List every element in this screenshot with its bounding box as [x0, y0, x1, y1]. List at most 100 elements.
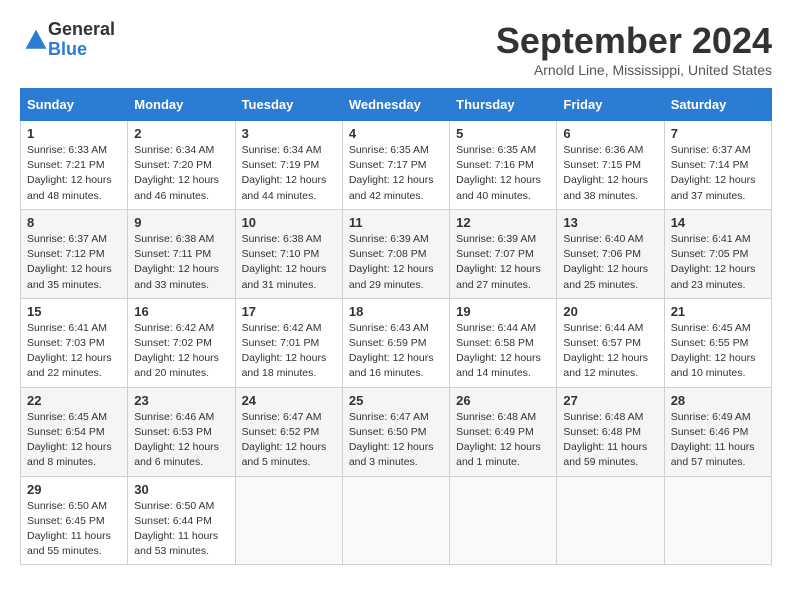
day-number: 13	[563, 215, 657, 230]
col-thursday: Thursday	[450, 89, 557, 121]
month-title: September 2024	[496, 20, 772, 62]
day-info: Sunrise: 6:35 AMSunset: 7:17 PMDaylight:…	[349, 143, 443, 204]
calendar-cell-3: 3 Sunrise: 6:34 AMSunset: 7:19 PMDaylight…	[235, 121, 342, 210]
day-number: 17	[242, 304, 336, 319]
logo-text: General Blue	[48, 20, 115, 60]
calendar-row-4: 22Sunrise: 6:45 AMSunset: 6:54 PMDayligh…	[21, 387, 772, 476]
calendar-cell-2: 2 Sunrise: 6:34 AMSunset: 7:20 PMDaylight…	[128, 121, 235, 210]
day-info: Sunrise: 6:36 AMSunset: 7:15 PMDaylight:…	[563, 143, 657, 204]
day-number: 2	[134, 126, 228, 141]
day-info: Sunrise: 6:42 AMSunset: 7:01 PMDaylight:…	[242, 321, 336, 382]
calendar-cell-29: 29 Sunrise: 6:50 AMSunset: 6:45 PMDayligh…	[21, 476, 128, 565]
calendar-cell-27: 27 Sunrise: 6:48 AMSunset: 6:48 PMDayligh…	[557, 387, 664, 476]
day-number: 8	[27, 215, 121, 230]
calendar-cell-21: 21Sunrise: 6:45 AMSunset: 6:55 PMDayligh…	[664, 298, 771, 387]
calendar-cell-15: 15Sunrise: 6:41 AMSunset: 7:03 PMDayligh…	[21, 298, 128, 387]
day-info: Sunrise: 6:50 AMSunset: 6:44 PMDaylight:…	[134, 499, 228, 560]
calendar-header-row: Sunday Monday Tuesday Wednesday Thursday…	[21, 89, 772, 121]
calendar-cell-18: 18 Sunrise: 6:43 AMSunset: 6:59 PMDayligh…	[342, 298, 449, 387]
calendar-cell-14: 14 Sunrise: 6:41 AMSunset: 7:05 PMDayligh…	[664, 209, 771, 298]
day-info: Sunrise: 6:48 AMSunset: 6:48 PMDaylight:…	[563, 410, 657, 471]
day-info: Sunrise: 6:39 AMSunset: 7:07 PMDaylight:…	[456, 232, 550, 293]
day-info: Sunrise: 6:43 AMSunset: 6:59 PMDaylight:…	[349, 321, 443, 382]
day-info: Sunrise: 6:48 AMSunset: 6:49 PMDaylight:…	[456, 410, 550, 471]
day-info: Sunrise: 6:38 AMSunset: 7:11 PMDaylight:…	[134, 232, 228, 293]
calendar-cell-empty	[342, 476, 449, 565]
col-sunday: Sunday	[21, 89, 128, 121]
calendar-cell-10: 10Sunrise: 6:38 AMSunset: 7:10 PMDayligh…	[235, 209, 342, 298]
day-number: 29	[27, 482, 121, 497]
col-tuesday: Tuesday	[235, 89, 342, 121]
day-info: Sunrise: 6:44 AMSunset: 6:58 PMDaylight:…	[456, 321, 550, 382]
day-number: 26	[456, 393, 550, 408]
calendar-cell-13: 13 Sunrise: 6:40 AMSunset: 7:06 PMDayligh…	[557, 209, 664, 298]
logo: General Blue	[20, 20, 115, 60]
day-number: 3	[242, 126, 336, 141]
logo-general: General	[48, 20, 115, 40]
calendar-cell-16: 16Sunrise: 6:42 AMSunset: 7:02 PMDayligh…	[128, 298, 235, 387]
col-saturday: Saturday	[664, 89, 771, 121]
calendar-cell-empty	[235, 476, 342, 565]
day-number: 15	[27, 304, 121, 319]
calendar-cell-25: 25 Sunrise: 6:47 AMSunset: 6:50 PMDayligh…	[342, 387, 449, 476]
calendar-row-3: 15Sunrise: 6:41 AMSunset: 7:03 PMDayligh…	[21, 298, 772, 387]
day-info: Sunrise: 6:49 AMSunset: 6:46 PMDaylight:…	[671, 410, 765, 471]
day-number: 27	[563, 393, 657, 408]
day-info: Sunrise: 6:46 AMSunset: 6:53 PMDaylight:…	[134, 410, 228, 471]
calendar-cell-23: 23 Sunrise: 6:46 AMSunset: 6:53 PMDayligh…	[128, 387, 235, 476]
day-number: 6	[563, 126, 657, 141]
calendar-row-2: 8 Sunrise: 6:37 AMSunset: 7:12 PMDaylight…	[21, 209, 772, 298]
day-number: 14	[671, 215, 765, 230]
calendar-cell-5: 5 Sunrise: 6:35 AMSunset: 7:16 PMDaylight…	[450, 121, 557, 210]
calendar-table: Sunday Monday Tuesday Wednesday Thursday…	[20, 88, 772, 565]
calendar-cell-empty	[450, 476, 557, 565]
day-number: 23	[134, 393, 228, 408]
day-info: Sunrise: 6:38 AMSunset: 7:10 PMDaylight:…	[242, 232, 336, 293]
calendar-cell-20: 20 Sunrise: 6:44 AMSunset: 6:57 PMDayligh…	[557, 298, 664, 387]
calendar-cell-17: 17 Sunrise: 6:42 AMSunset: 7:01 PMDayligh…	[235, 298, 342, 387]
day-number: 21	[671, 304, 765, 319]
day-number: 1	[27, 126, 121, 141]
day-info: Sunrise: 6:41 AMSunset: 7:05 PMDaylight:…	[671, 232, 765, 293]
calendar-cell-30: 30 Sunrise: 6:50 AMSunset: 6:44 PMDayligh…	[128, 476, 235, 565]
day-info: Sunrise: 6:34 AMSunset: 7:20 PMDaylight:…	[134, 143, 228, 204]
day-info: Sunrise: 6:50 AMSunset: 6:45 PMDaylight:…	[27, 499, 121, 560]
page-header: General Blue September 2024 Arnold Line,…	[20, 20, 772, 78]
day-number: 18	[349, 304, 443, 319]
calendar-row-1: 1Sunrise: 6:33 AMSunset: 7:21 PMDaylight…	[21, 121, 772, 210]
calendar-cell-4: 4 Sunrise: 6:35 AMSunset: 7:17 PMDaylight…	[342, 121, 449, 210]
calendar-cell-6: 6 Sunrise: 6:36 AMSunset: 7:15 PMDaylight…	[557, 121, 664, 210]
day-number: 25	[349, 393, 443, 408]
day-info: Sunrise: 6:44 AMSunset: 6:57 PMDaylight:…	[563, 321, 657, 382]
day-number: 30	[134, 482, 228, 497]
day-number: 12	[456, 215, 550, 230]
day-number: 11	[349, 215, 443, 230]
day-number: 22	[27, 393, 121, 408]
calendar-cell-22: 22Sunrise: 6:45 AMSunset: 6:54 PMDayligh…	[21, 387, 128, 476]
day-info: Sunrise: 6:34 AMSunset: 7:19 PMDaylight:…	[242, 143, 336, 204]
location: Arnold Line, Mississippi, United States	[496, 62, 772, 78]
day-number: 24	[242, 393, 336, 408]
calendar-cell-11: 11Sunrise: 6:39 AMSunset: 7:08 PMDayligh…	[342, 209, 449, 298]
day-number: 5	[456, 126, 550, 141]
day-number: 4	[349, 126, 443, 141]
day-info: Sunrise: 6:47 AMSunset: 6:50 PMDaylight:…	[349, 410, 443, 471]
calendar-cell-24: 24Sunrise: 6:47 AMSunset: 6:52 PMDayligh…	[235, 387, 342, 476]
day-number: 9	[134, 215, 228, 230]
day-number: 28	[671, 393, 765, 408]
calendar-cell-28: 28 Sunrise: 6:49 AMSunset: 6:46 PMDayligh…	[664, 387, 771, 476]
day-info: Sunrise: 6:37 AMSunset: 7:12 PMDaylight:…	[27, 232, 121, 293]
col-friday: Friday	[557, 89, 664, 121]
calendar-cell-7: 7Sunrise: 6:37 AMSunset: 7:14 PMDaylight…	[664, 121, 771, 210]
logo-icon	[24, 28, 48, 52]
calendar-cell-8: 8 Sunrise: 6:37 AMSunset: 7:12 PMDaylight…	[21, 209, 128, 298]
day-info: Sunrise: 6:40 AMSunset: 7:06 PMDaylight:…	[563, 232, 657, 293]
calendar-cell-empty	[557, 476, 664, 565]
calendar-cell-19: 19Sunrise: 6:44 AMSunset: 6:58 PMDayligh…	[450, 298, 557, 387]
day-info: Sunrise: 6:35 AMSunset: 7:16 PMDaylight:…	[456, 143, 550, 204]
calendar-cell-12: 12 Sunrise: 6:39 AMSunset: 7:07 PMDayligh…	[450, 209, 557, 298]
day-number: 20	[563, 304, 657, 319]
col-wednesday: Wednesday	[342, 89, 449, 121]
title-area: September 2024 Arnold Line, Mississippi,…	[496, 20, 772, 78]
day-number: 7	[671, 126, 765, 141]
